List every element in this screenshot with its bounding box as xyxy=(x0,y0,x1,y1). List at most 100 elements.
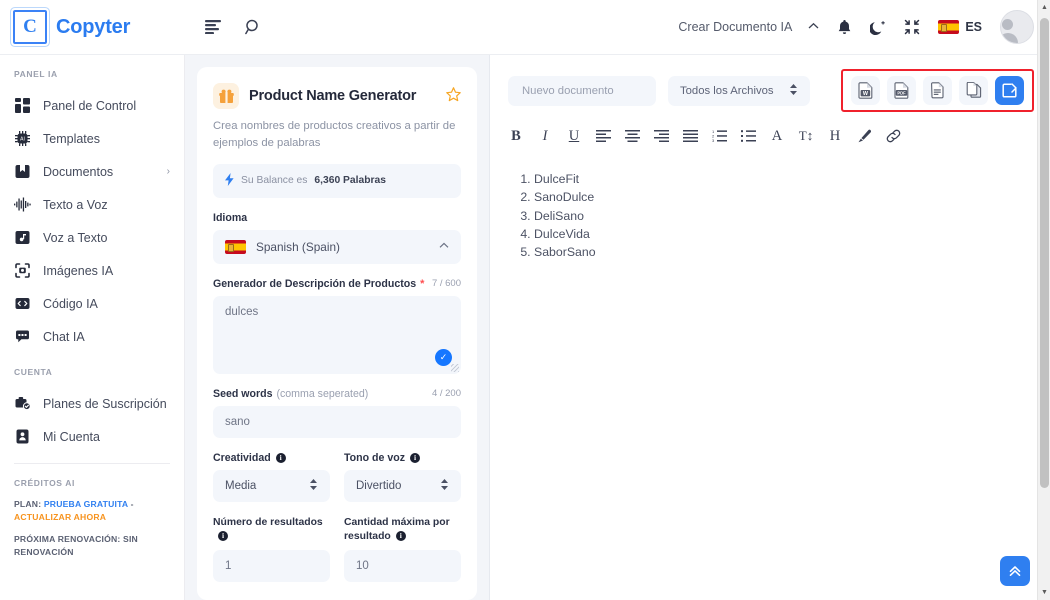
grammar-check-icon[interactable]: ✓ xyxy=(435,348,456,368)
seed-label-text: Seed words xyxy=(213,387,273,400)
results-input[interactable]: 1 xyxy=(213,549,330,582)
align-justify-icon[interactable] xyxy=(682,127,698,145)
sidebar: PANEL IA Panel de Control AI Templates D… xyxy=(0,55,185,600)
app-root: C Copyter Crear Documento IA ES PANEL IA… xyxy=(0,0,1050,600)
file-filter-select[interactable]: Todos los Archivos xyxy=(668,75,810,106)
language-select-value: Spanish (Spain) xyxy=(256,239,340,254)
highlight-icon[interactable] xyxy=(856,127,872,145)
plan-upgrade-link[interactable]: ACTUALIZAR AHORA xyxy=(14,512,106,522)
sidebar-item-panel-de-control[interactable]: Panel de Control xyxy=(0,89,184,122)
unordered-list-icon[interactable] xyxy=(740,127,756,145)
language-switcher[interactable]: ES xyxy=(938,20,982,34)
sidebar-item-chat-ia[interactable]: Chat IA xyxy=(0,320,184,353)
underline-icon[interactable]: U xyxy=(566,127,582,145)
info-icon[interactable]: i xyxy=(410,452,421,463)
results-label-text: Número de resultados xyxy=(213,516,323,528)
language-label-text: Idioma xyxy=(213,211,248,224)
document-content[interactable]: DulceFit SanoDulce DeliSano DulceVida Sa… xyxy=(490,145,1050,261)
align-right-icon[interactable] xyxy=(653,127,669,145)
info-icon[interactable]: i xyxy=(218,531,228,542)
export-pdf-button[interactable]: PDF xyxy=(887,76,916,105)
save-document-button[interactable] xyxy=(995,76,1024,105)
prompt-textarea[interactable]: dulces ✓ xyxy=(213,295,461,374)
textarea-resize-handle[interactable] xyxy=(451,363,459,372)
bell-icon[interactable] xyxy=(837,19,852,36)
list-item: DulceFit xyxy=(534,171,1032,188)
plan-prefix: PLAN: xyxy=(14,499,42,509)
moon-icon[interactable] xyxy=(870,19,886,36)
sidebar-item-mi-cuenta[interactable]: Mi Cuenta xyxy=(0,420,184,453)
link-icon[interactable] xyxy=(885,127,901,145)
export-word-button[interactable]: W xyxy=(851,76,880,105)
create-document-label: Crear Documento IA xyxy=(678,20,793,34)
sidebar-item-templates[interactable]: AI Templates xyxy=(0,122,184,155)
star-icon[interactable] xyxy=(446,86,461,106)
document-name-input[interactable]: Nuevo documento xyxy=(508,75,656,106)
align-left-icon[interactable] xyxy=(595,127,611,145)
prompt-counter: 7 / 600 xyxy=(431,278,461,290)
tool-description: Crea nombres de productos creativos a pa… xyxy=(213,120,456,149)
results-list: DulceFit SanoDulce DeliSano DulceVida Sa… xyxy=(508,171,1032,261)
body: PANEL IA Panel de Control AI Templates D… xyxy=(0,55,1050,600)
max-input[interactable]: 10 xyxy=(344,549,461,582)
sidebar-item-planes-de-suscripcion[interactable]: Planes de Suscripción xyxy=(0,387,184,420)
create-document-dropdown[interactable]: Crear Documento IA xyxy=(678,20,819,34)
export-txt-button[interactable] xyxy=(923,76,952,105)
select-arrows-icon xyxy=(789,83,798,99)
scroll-down-arrow-icon[interactable]: ▼ xyxy=(1041,589,1048,596)
copy-document-button[interactable] xyxy=(959,76,988,105)
brand[interactable]: C Copyter xyxy=(0,8,185,46)
brand-name: Copyter xyxy=(56,15,131,38)
creativity-value: Media xyxy=(225,479,257,492)
list-item: SanoDulce xyxy=(534,189,1032,206)
sidebar-item-texto-a-voz[interactable]: Texto a Voz xyxy=(0,188,184,221)
search-icon[interactable] xyxy=(245,19,262,36)
logo-icon: C xyxy=(11,8,49,46)
scroll-to-top-button[interactable] xyxy=(1000,556,1030,586)
page-scrollbar[interactable]: ▲ ▼ xyxy=(1037,0,1050,600)
max-value: 10 xyxy=(356,559,369,572)
sidebar-item-imagenes-ia[interactable]: Imágenes IA xyxy=(0,254,184,287)
avatar[interactable] xyxy=(1000,10,1034,44)
info-icon[interactable]: i xyxy=(395,531,406,542)
compress-icon[interactable] xyxy=(904,19,920,35)
waveform-icon xyxy=(14,196,31,213)
svg-text:AI: AI xyxy=(20,136,25,142)
list-item: DeliSano xyxy=(534,208,1032,225)
sidebar-item-codigo-ia[interactable]: Código IA xyxy=(0,287,184,320)
creativity-select[interactable]: Media xyxy=(213,469,330,502)
info-icon[interactable]: i xyxy=(275,452,286,463)
format-toolbar: B I U 123 A T↕ H xyxy=(490,112,1050,145)
sidebar-item-documentos[interactable]: Documentos › xyxy=(0,155,184,188)
scrollbar-thumb[interactable] xyxy=(1040,18,1049,488)
font-size-icon[interactable]: T↕ xyxy=(798,127,814,145)
max-label: Cantidad máxima por resultado i xyxy=(344,516,461,544)
required-marker: * xyxy=(420,277,425,290)
align-center-icon[interactable] xyxy=(624,127,640,145)
tone-label: Tono de voz i xyxy=(344,452,461,464)
chevron-up-icon xyxy=(808,21,819,33)
sidebar-divider xyxy=(14,463,170,464)
italic-icon[interactable]: I xyxy=(537,127,553,145)
results-value: 1 xyxy=(225,559,232,572)
topbar-left-icons xyxy=(205,19,262,36)
editor-toolbar-row: Nuevo documento Todos los Archivos W PDF xyxy=(490,69,1050,112)
font-family-icon[interactable]: A xyxy=(769,127,785,145)
scroll-up-arrow-icon[interactable]: ▲ xyxy=(1041,4,1048,11)
plan-value: PRUEBA GRATUITA xyxy=(43,499,129,509)
bold-icon[interactable]: B xyxy=(508,127,524,145)
chevron-up-icon xyxy=(439,241,449,252)
sidebar-section-panel: PANEL IA xyxy=(14,69,58,79)
sidebar-item-voz-a-texto[interactable]: Voz a Texto xyxy=(0,221,184,254)
seed-input[interactable]: sano xyxy=(213,405,461,438)
top-bar: C Copyter Crear Documento IA ES xyxy=(0,0,1050,55)
sidebar-item-label: Panel de Control xyxy=(43,98,137,113)
topbar-right: Crear Documento IA ES xyxy=(678,10,1050,44)
menu-icon[interactable] xyxy=(205,20,223,34)
chat-icon xyxy=(14,328,31,345)
heading-icon[interactable]: H xyxy=(827,127,843,145)
ordered-list-icon[interactable]: 123 xyxy=(711,127,727,145)
tone-select[interactable]: Divertido xyxy=(344,469,461,502)
language-select[interactable]: Spanish (Spain) xyxy=(213,229,461,264)
account-card-icon xyxy=(14,428,31,445)
